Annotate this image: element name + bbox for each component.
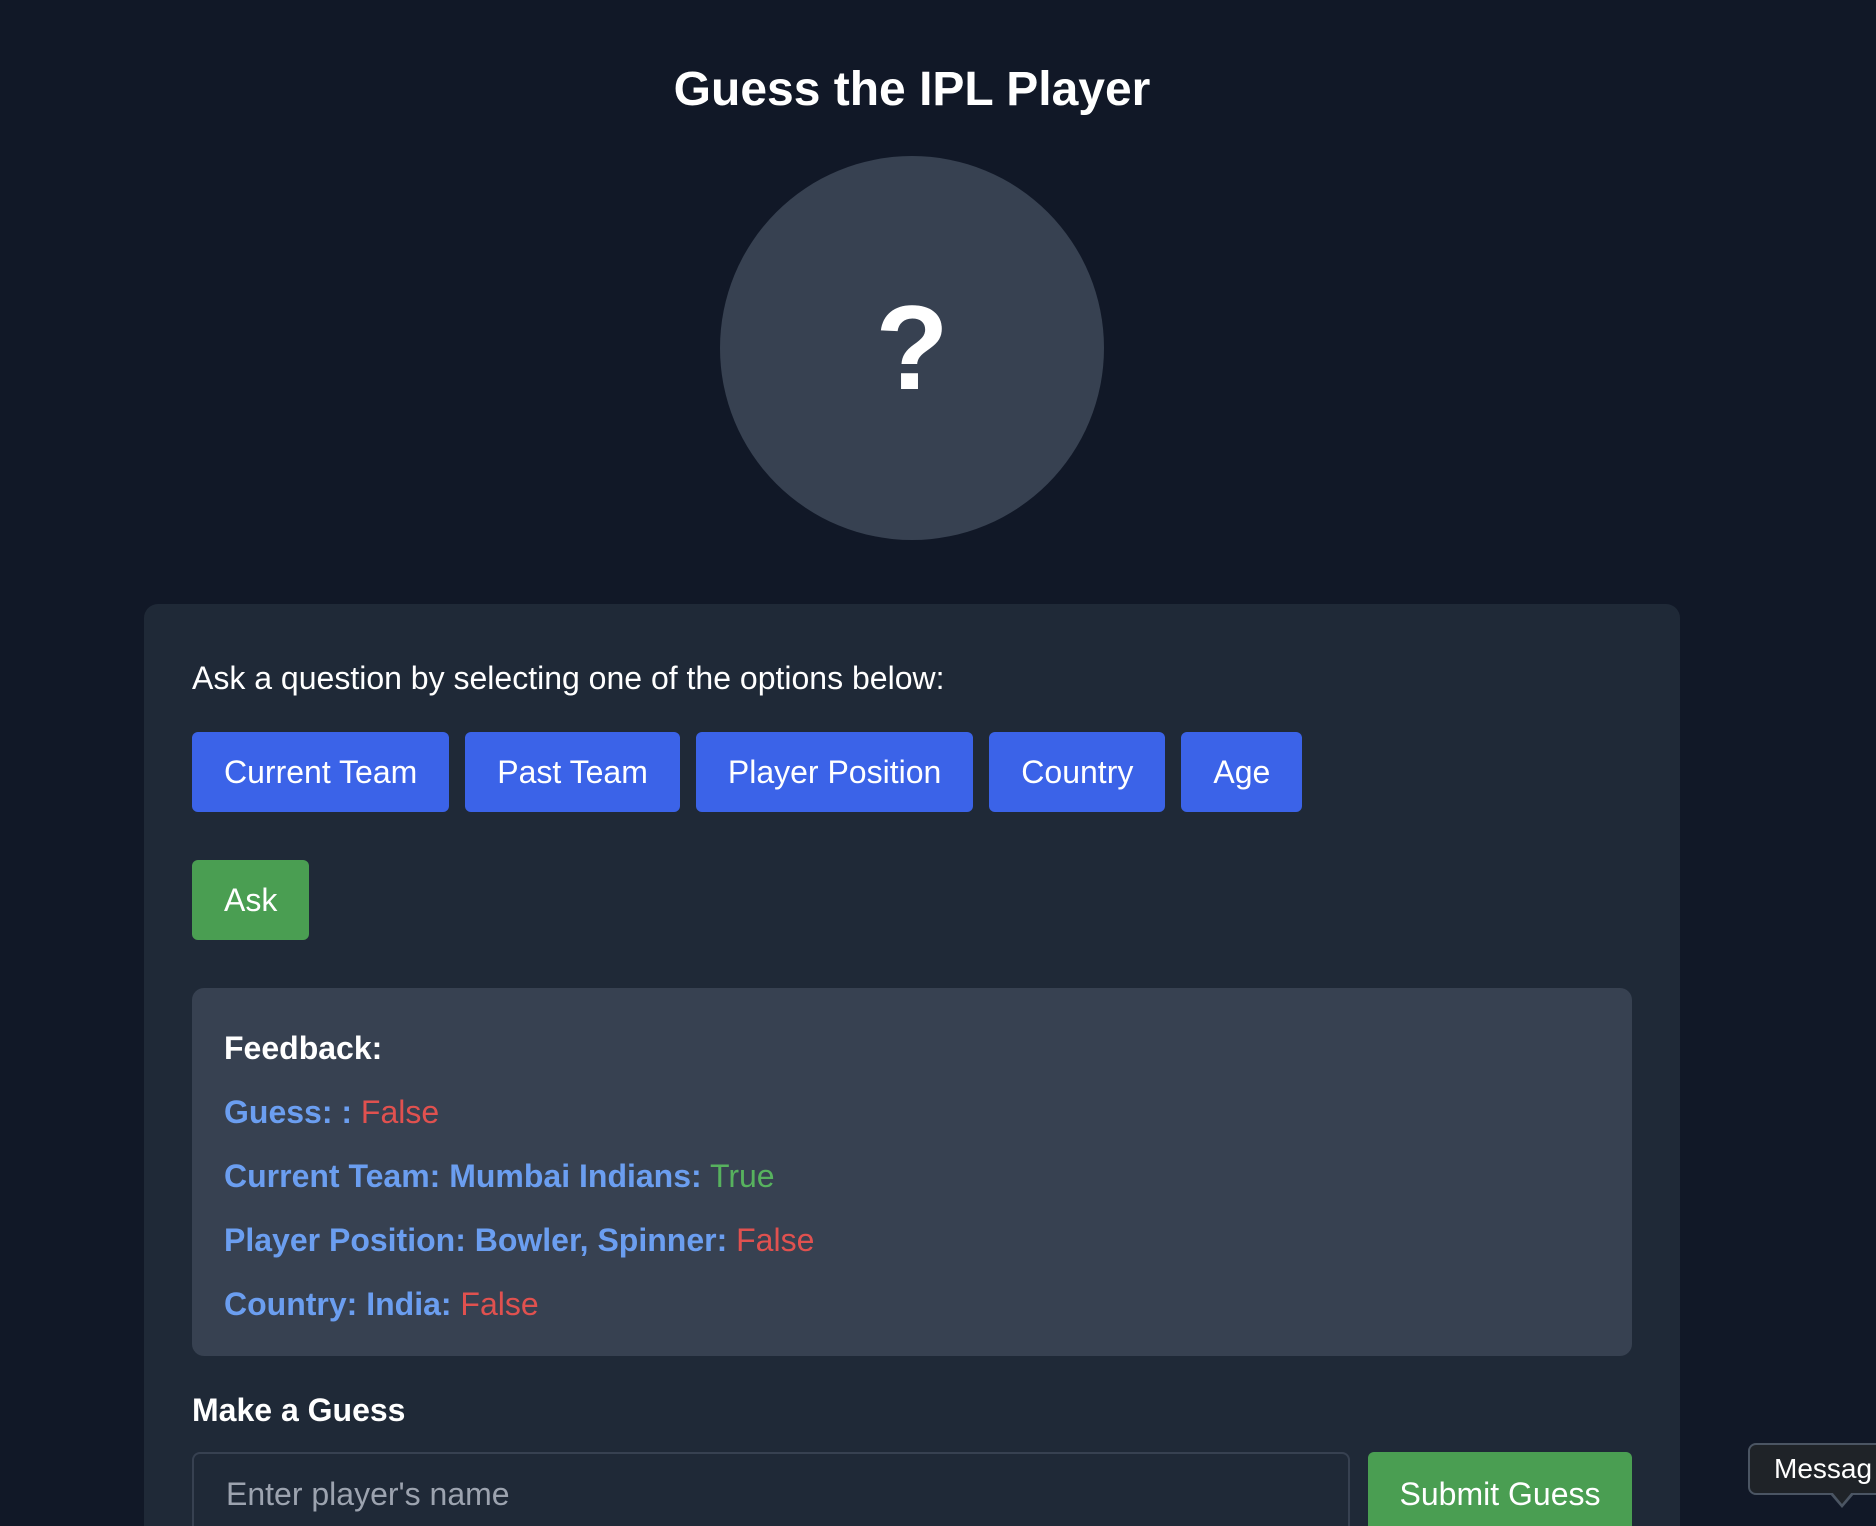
make-guess-title: Make a Guess (192, 1392, 406, 1428)
feedback-entry: Player Position: Bowler, Spinner: False (224, 1218, 814, 1262)
question-mark-icon: ? (875, 281, 949, 415)
question-options: Current Team Past Team Player Position C… (192, 732, 1303, 812)
question-prompt: Ask a question by selecting one of the o… (192, 660, 945, 696)
tooltip-caret-fill (1832, 1492, 1852, 1504)
feedback-entry-label: Player Position: Bowler, Spinner: (224, 1222, 728, 1258)
feedback-panel: Feedback: Guess: : False Current Team: M… (192, 988, 1632, 1356)
message-tooltip: Messag (1748, 1443, 1876, 1495)
question-card: Ask a question by selecting one of the o… (144, 604, 1680, 1526)
feedback-entry: Current Team: Mumbai Indians: True (224, 1154, 814, 1198)
feedback-entry: Guess: : False (224, 1090, 814, 1134)
option-age-button[interactable]: Age (1181, 732, 1303, 812)
page: Guess the IPL Player ? Ask a question by… (0, 0, 1876, 1526)
feedback-entry-result: False (460, 1286, 539, 1322)
feedback-list: Guess: : False Current Team: Mumbai Indi… (224, 1090, 814, 1346)
ask-button[interactable]: Ask (192, 860, 310, 940)
option-past-team-button[interactable]: Past Team (465, 732, 680, 812)
option-player-position-button[interactable]: Player Position (695, 732, 974, 812)
player-name-input[interactable] (192, 1452, 1350, 1526)
player-avatar: ? (720, 156, 1104, 540)
feedback-entry-label: Country: India: (224, 1286, 452, 1322)
option-country-button[interactable]: Country (989, 732, 1166, 812)
feedback-entry-result: True (709, 1158, 775, 1194)
feedback-entry: Country: India: False (224, 1282, 814, 1326)
page-title: Guess the IPL Player (673, 63, 1151, 116)
feedback-entry-result: False (360, 1094, 440, 1130)
option-current-team-button[interactable]: Current Team (192, 732, 450, 812)
submit-guess-button[interactable]: Submit Guess (1368, 1452, 1632, 1526)
feedback-title: Feedback: (224, 1030, 383, 1066)
feedback-entry-label: Guess: : (224, 1094, 353, 1130)
feedback-entry-label: Current Team: Mumbai Indians: (224, 1158, 702, 1194)
feedback-entry-result: False (736, 1222, 815, 1258)
